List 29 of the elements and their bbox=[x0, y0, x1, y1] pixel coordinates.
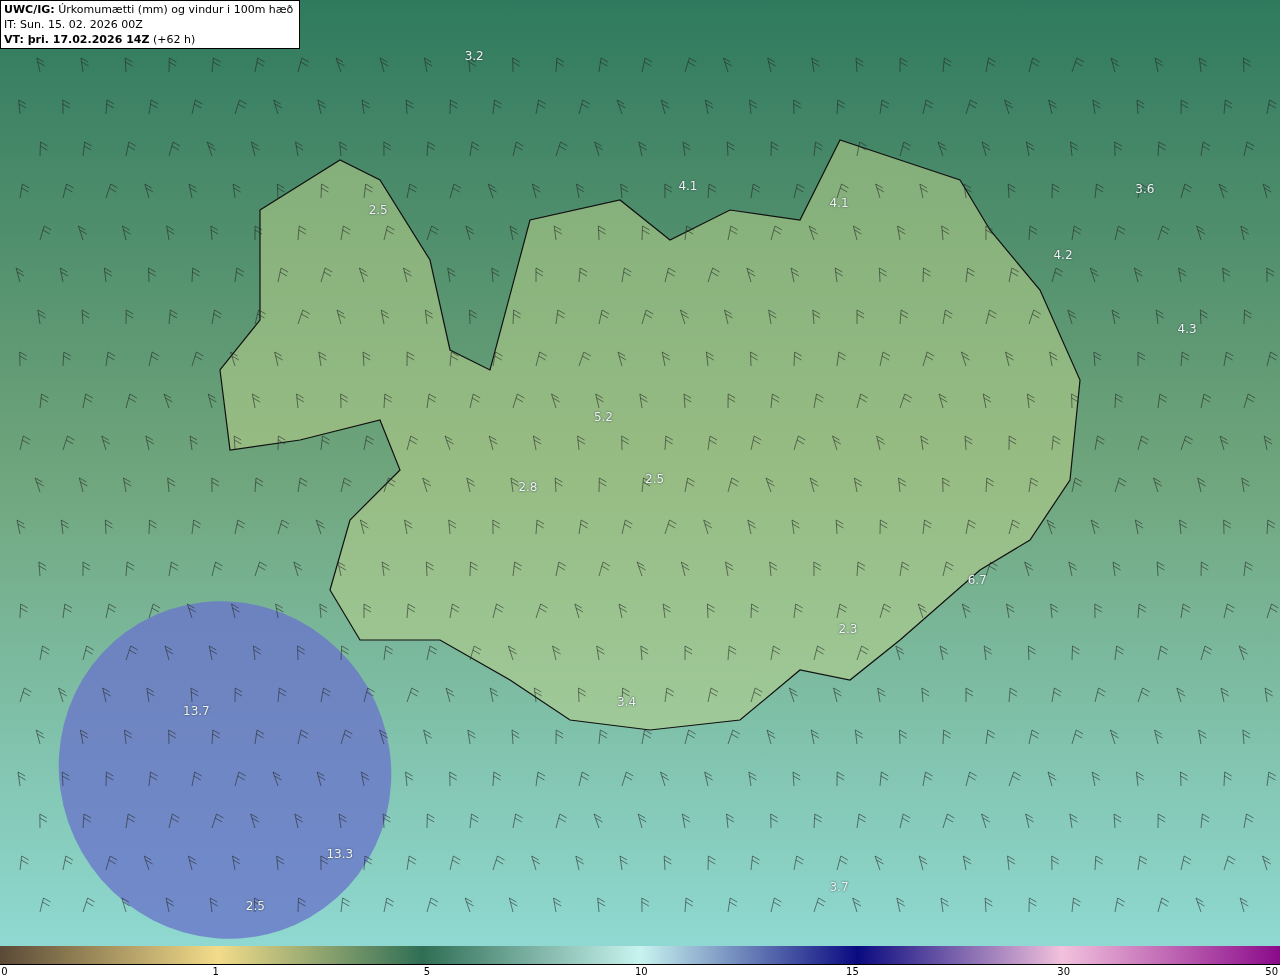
precipitation-value: 2.3 bbox=[838, 620, 858, 638]
map-title: Úrkomumætti (mm) og vindur i 100m hæð bbox=[58, 3, 294, 16]
precipitation-value: 4.3 bbox=[1177, 320, 1197, 338]
colorbar-label: 5 bbox=[423, 965, 431, 978]
precipitation-value: 3.6 bbox=[1135, 180, 1155, 198]
precipitation-value: 2.5 bbox=[645, 471, 665, 489]
valid-time: VT: þri. 17.02.2026 14Z bbox=[4, 33, 150, 46]
precipitation-value: 2.8 bbox=[518, 478, 538, 496]
forecast-offset: (+62 h) bbox=[152, 33, 196, 46]
colorbar-label: 30 bbox=[1057, 965, 1070, 978]
precipitation-value: 5.2 bbox=[593, 408, 613, 426]
colorbar-label: 10 bbox=[634, 965, 648, 978]
colorbar-label: 0 bbox=[1, 965, 8, 978]
colorbar-label: 1 bbox=[212, 965, 219, 978]
precipitation-value: 2.5 bbox=[368, 201, 388, 219]
precipitation-value: 4.1 bbox=[678, 177, 698, 195]
precipitation-value: 13.3 bbox=[326, 845, 354, 863]
precipitation-value: 4.2 bbox=[1053, 246, 1073, 264]
precipitation-value: 3.7 bbox=[829, 878, 849, 896]
precipitation-value: 6.7 bbox=[967, 572, 987, 590]
init-time: IT: Sun. 15. 02. 2026 00Z bbox=[4, 17, 144, 32]
precipitation-value: 2.5 bbox=[245, 897, 265, 915]
model-label: UWC/IG: bbox=[4, 3, 55, 16]
precipitation-value: 13.7 bbox=[183, 702, 210, 720]
colorbar-label: 15 bbox=[846, 965, 859, 978]
precipitation-value: 3.2 bbox=[464, 48, 484, 66]
colorbar-label: 50 bbox=[1265, 965, 1278, 978]
precipitation-value: 3.4 bbox=[616, 694, 637, 712]
precipitation-value: 4.1 bbox=[829, 194, 849, 212]
